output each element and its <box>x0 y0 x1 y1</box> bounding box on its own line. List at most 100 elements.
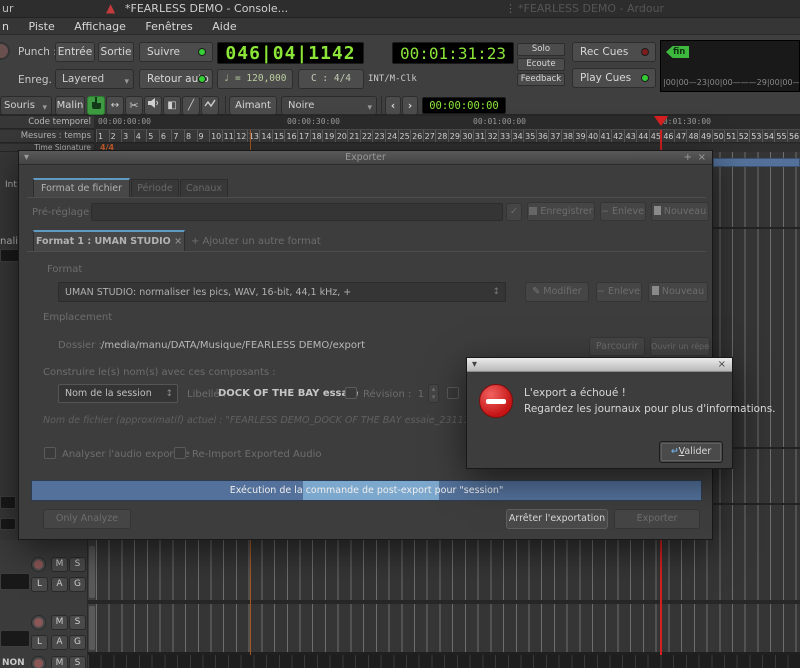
stop-export-button[interactable]: Arrêter l'exportation <box>506 509 608 529</box>
cut-tool-icon[interactable]: ✂ <box>125 96 143 115</box>
level-button[interactable]: L <box>31 577 48 592</box>
mute-button[interactable]: M <box>51 656 68 668</box>
close-icon[interactable]: × <box>698 151 706 164</box>
export-button[interactable]: Exporter <box>614 509 700 529</box>
preset-remove-button[interactable]: − Enlever <box>600 202 646 221</box>
format-select[interactable]: UMAN STUDIO: normaliser les pics, WAV, 1… <box>58 282 506 302</box>
group-button[interactable]: G <box>69 577 86 592</box>
menu-affichage[interactable]: Affichage <box>66 18 134 35</box>
folder-path: /media/manu/DATA/Musique/FEARLESS DEMO/e… <box>101 340 365 351</box>
preset-entry[interactable] <box>91 203 503 221</box>
tab-canaux[interactable]: Canaux <box>180 179 228 198</box>
menu-aide[interactable]: Aide <box>204 18 244 35</box>
preset-save-button[interactable]: Enregistrer <box>527 202 595 221</box>
nudge-clock[interactable]: 00:00:00:00 <box>422 97 506 114</box>
rec-cues-button[interactable]: Rec Cues <box>572 42 656 62</box>
nudge-back-button[interactable]: ‹ <box>385 96 401 115</box>
range-tool-icon[interactable]: ↔ <box>106 96 124 115</box>
preset-new-button[interactable]: Nouveau <box>651 202 709 221</box>
draw-tool-icon[interactable]: ╱ <box>182 96 200 115</box>
add-format-button[interactable]: + Ajouter un autre format <box>191 236 321 247</box>
solo-button[interactable]: S <box>69 615 86 630</box>
automation-button[interactable]: A <box>51 577 68 592</box>
menu-piste[interactable]: Piste <box>20 18 62 35</box>
error-dialog-titlebar[interactable]: ▾ × <box>467 358 732 372</box>
record-enable-button[interactable] <box>31 615 46 630</box>
level-button[interactable]: L <box>31 635 48 650</box>
punch-in-button[interactable]: Entrée <box>55 42 95 62</box>
meter-button[interactable]: C : 4/4 <box>298 69 364 89</box>
play-cues-button[interactable]: Play Cues <box>572 68 656 88</box>
track-scrollbar[interactable] <box>89 546 95 598</box>
record-mode-select[interactable]: Layered▾ <box>55 69 134 89</box>
extra-checkbox[interactable] <box>447 387 459 399</box>
secondary-clock[interactable]: 00:01:31:23 <box>392 42 514 64</box>
follow-button[interactable]: Suivre <box>139 42 213 62</box>
playhead-line[interactable] <box>660 130 662 152</box>
window-menu-icon[interactable]: ▾ <box>24 151 29 164</box>
preset-apply-button[interactable]: ✓ <box>506 203 522 221</box>
range-selection-strip[interactable] <box>713 158 800 167</box>
window-title: *FEARLESS DEMO - Console... <box>125 2 288 15</box>
track-scrollbar[interactable] <box>89 606 95 650</box>
solo-button[interactable]: S <box>69 557 86 572</box>
maximize-icon[interactable]: + <box>684 151 692 164</box>
browse-button[interactable]: Parcourir <box>589 337 645 356</box>
audition-tool-icon[interactable] <box>144 96 162 115</box>
grab-tool-icon[interactable] <box>87 96 105 115</box>
export-dialog-titlebar[interactable]: ▾ Exporter + × <box>19 151 712 165</box>
export-progress-bar: Exécution de la commande de post-export … <box>31 480 702 501</box>
name-component-select[interactable]: Nom de la session↕ <box>58 384 178 403</box>
close-format-tab-icon[interactable]: × <box>174 236 182 247</box>
group-button[interactable]: G <box>69 635 86 650</box>
primary-clock[interactable]: 046|04|1142 <box>217 42 364 64</box>
format-edit-button[interactable]: ✎ Modifier <box>525 282 589 302</box>
playhead-line[interactable] <box>660 540 662 655</box>
tempo-button[interactable]: ♩ = 120,000 <box>217 69 293 89</box>
playhead-marker[interactable] <box>654 116 668 126</box>
mouse-mode-select[interactable]: Souris▾ <box>0 96 52 115</box>
format-tab[interactable]: Format 1 : UMAN STUDIO × <box>33 230 185 251</box>
monitor-knob[interactable] <box>0 42 10 60</box>
tab-periode[interactable]: Période <box>131 179 179 198</box>
close-icon[interactable]: × <box>718 358 726 371</box>
record-enable-button[interactable] <box>31 557 46 572</box>
ruler-area[interactable]: Code temporel Mesures : temps Time Signa… <box>0 116 800 152</box>
bars-ruler[interactable]: 1234567891011121314151617181920212223242… <box>96 129 800 143</box>
automation-button[interactable]: A <box>51 635 68 650</box>
revision-spinner[interactable]: ▴▾ <box>428 384 439 403</box>
menu-fragment[interactable]: n <box>0 18 17 35</box>
mini-timeline[interactable]: fin |00|00—23|00|00———29|00|00—34|00 <box>660 40 800 92</box>
listen-button[interactable]: Écoute <box>517 58 565 71</box>
punch-out-button[interactable]: Sortie <box>98 42 134 62</box>
timecode-ruler-label: Code temporel <box>0 116 94 129</box>
mute-button[interactable]: M <box>51 557 68 572</box>
solo-button[interactable]: Solo <box>517 43 565 56</box>
smart-mode-button[interactable]: Malin <box>55 96 85 115</box>
format-new-button[interactable]: Nouveau <box>648 282 708 302</box>
snap-toggle-button[interactable]: Aimant <box>229 96 277 115</box>
nudge-forward-button[interactable]: › <box>402 96 418 115</box>
format-remove-button[interactable]: − Enlever <box>596 282 642 302</box>
auto-return-button[interactable]: Retour auto <box>139 69 213 89</box>
menu-fenetres[interactable]: Fenêtres <box>137 18 200 35</box>
revision-checkbox[interactable] <box>345 387 357 399</box>
open-folder-button[interactable]: Ouvrir un répertoire <box>650 337 710 356</box>
timecode-ruler[interactable]: 00:00:00:00 00:00:30:00 00:01:00:00 00:0… <box>96 116 800 129</box>
only-analyze-button[interactable]: Only Analyze <box>43 509 131 529</box>
edit-tool-icon[interactable] <box>201 96 219 115</box>
window-menu-icon[interactable]: ▾ <box>472 358 477 371</box>
track-lane-dark[interactable] <box>88 655 800 668</box>
solo-button[interactable]: S <box>69 656 86 668</box>
mute-button[interactable]: M <box>51 615 68 630</box>
record-enable-button[interactable] <box>31 656 46 668</box>
feedback-button[interactable]: Feedback <box>517 73 565 86</box>
analyze-checkbox[interactable] <box>44 447 56 459</box>
sync-source[interactable]: INT/M-Clk <box>368 74 417 84</box>
snap-unit-select[interactable]: Noire▾ <box>281 96 377 115</box>
end-marker[interactable]: fin <box>666 46 689 58</box>
reimport-checkbox[interactable] <box>174 447 186 459</box>
timefx-tool-icon[interactable]: ◧ <box>163 96 181 115</box>
tab-format-de-fichier[interactable]: Format de fichier <box>33 178 130 197</box>
validate-button[interactable]: ↵Valider <box>659 441 723 463</box>
